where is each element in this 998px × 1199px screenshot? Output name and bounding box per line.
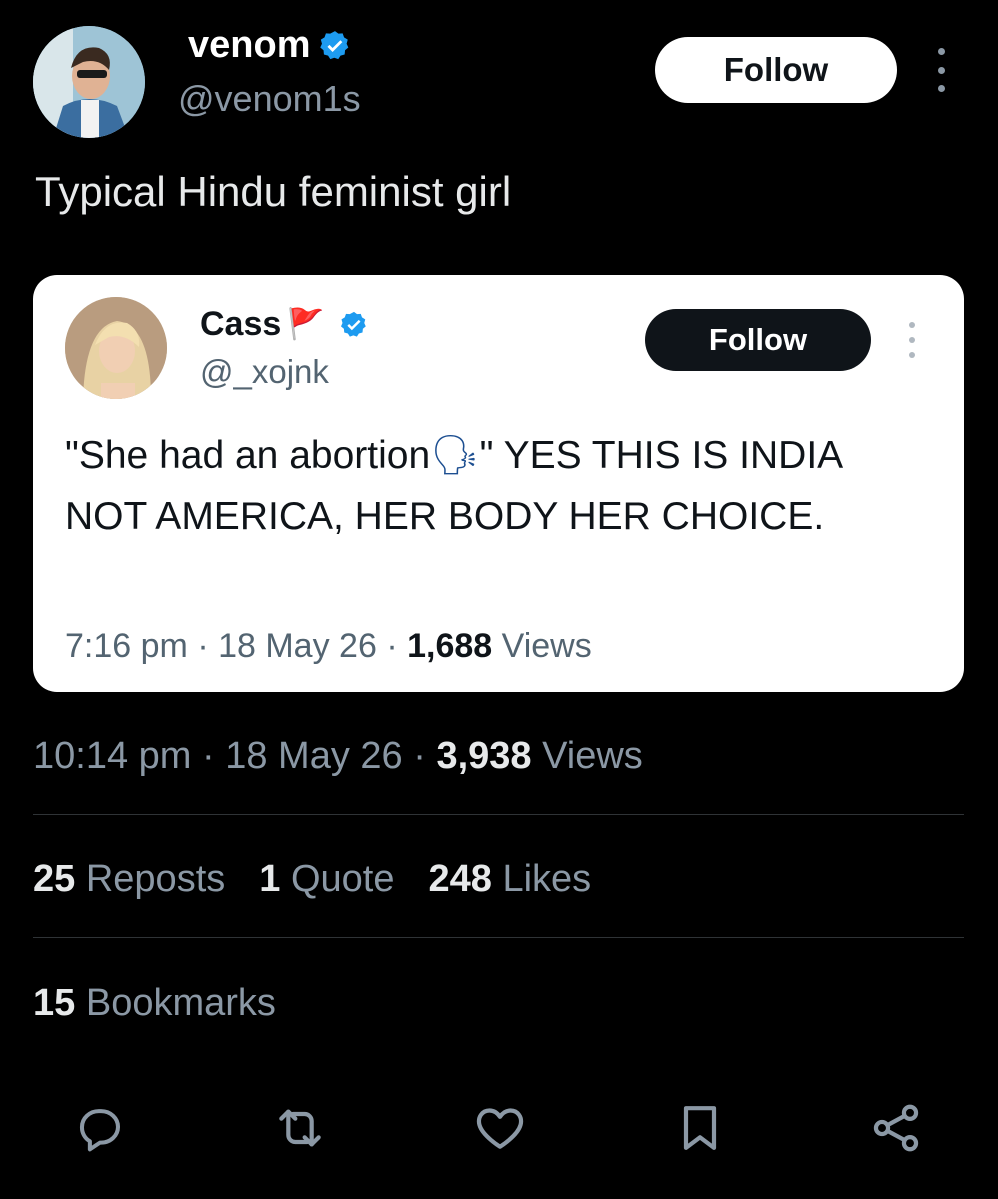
author-avatar[interactable] (33, 26, 145, 138)
tweet-views-count: 3,938 (436, 735, 532, 777)
share-icon[interactable] (866, 1098, 926, 1158)
likes-label: Likes (502, 858, 592, 900)
quoted-views-label: Views (501, 627, 592, 665)
bookmark-icon[interactable] (670, 1098, 730, 1158)
author-handle[interactable]: @venom1s (178, 78, 361, 120)
quoted-author-handle[interactable]: @_xojnk (200, 353, 329, 391)
likes-count: 248 (428, 858, 492, 900)
separator: · (197, 627, 209, 665)
likes-stat[interactable]: 248 Likes (428, 858, 591, 901)
reposts-count: 25 (33, 858, 76, 900)
tweet-views-label: Views (542, 735, 643, 777)
author-name-text: venom (188, 24, 311, 66)
divider (33, 814, 964, 815)
quoted-views-count: 1,688 (407, 627, 493, 665)
quoted-author-display-name[interactable]: Cass 🚩 (200, 305, 369, 344)
bookmarks-label: Bookmarks (85, 982, 276, 1024)
separator: · (202, 735, 215, 777)
quoted-time: 7:16 pm (65, 627, 188, 665)
quoted-tweet-text: "She had an abortion🗣" YES THIS IS INDIA… (65, 425, 925, 547)
quoted-tweet-card[interactable]: Cass 🚩 @_xojnk Follow "She had an aborti… (33, 275, 964, 692)
quoted-more-options-icon[interactable] (905, 322, 919, 358)
tweet-date[interactable]: 18 May 26 (225, 735, 402, 777)
separator: · (413, 735, 426, 777)
author-display-name[interactable]: venom (188, 24, 352, 67)
tweet-text: Typical Hindu feminist girl (35, 168, 512, 215)
tweet-meta: 10:14 pm · 18 May 26 · 3,938 Views (33, 735, 643, 778)
verified-badge-icon (320, 30, 349, 59)
speaking-head-emoji: 🗣 (430, 434, 480, 477)
quoted-text-part1: "She had an abortion (65, 434, 431, 477)
quotes-count: 1 (259, 858, 281, 900)
tweet-time[interactable]: 10:14 pm (33, 735, 191, 777)
divider (33, 937, 964, 938)
quoted-name-text: Cass (200, 305, 282, 343)
quotes-label: Quote (290, 858, 395, 900)
separator: · (386, 627, 398, 665)
quoted-author-avatar[interactable] (65, 297, 167, 399)
quoted-tweet-meta: 7:16 pm · 18 May 26 · 1,688 Views (65, 627, 592, 666)
quotes-stat[interactable]: 1 Quote (259, 858, 394, 901)
red-flag-emoji: 🚩 (287, 308, 325, 341)
bookmarks-stat[interactable]: 15 Bookmarks (33, 982, 276, 1025)
action-bar (0, 1098, 998, 1160)
reposts-label: Reposts (85, 858, 226, 900)
reply-icon[interactable] (70, 1098, 130, 1158)
verified-badge-icon (340, 311, 366, 337)
quoted-follow-button[interactable]: Follow (645, 309, 871, 371)
follow-button[interactable]: Follow (655, 37, 897, 103)
bookmarks-count: 15 (33, 982, 76, 1024)
more-options-icon[interactable] (926, 48, 956, 92)
repost-icon[interactable] (270, 1098, 330, 1158)
reposts-stat[interactable]: 25 Reposts (33, 858, 225, 901)
like-icon[interactable] (470, 1098, 530, 1158)
quoted-date: 18 May 26 (218, 627, 377, 665)
engagement-stats: 25 Reposts 1 Quote 248 Likes (33, 858, 591, 901)
